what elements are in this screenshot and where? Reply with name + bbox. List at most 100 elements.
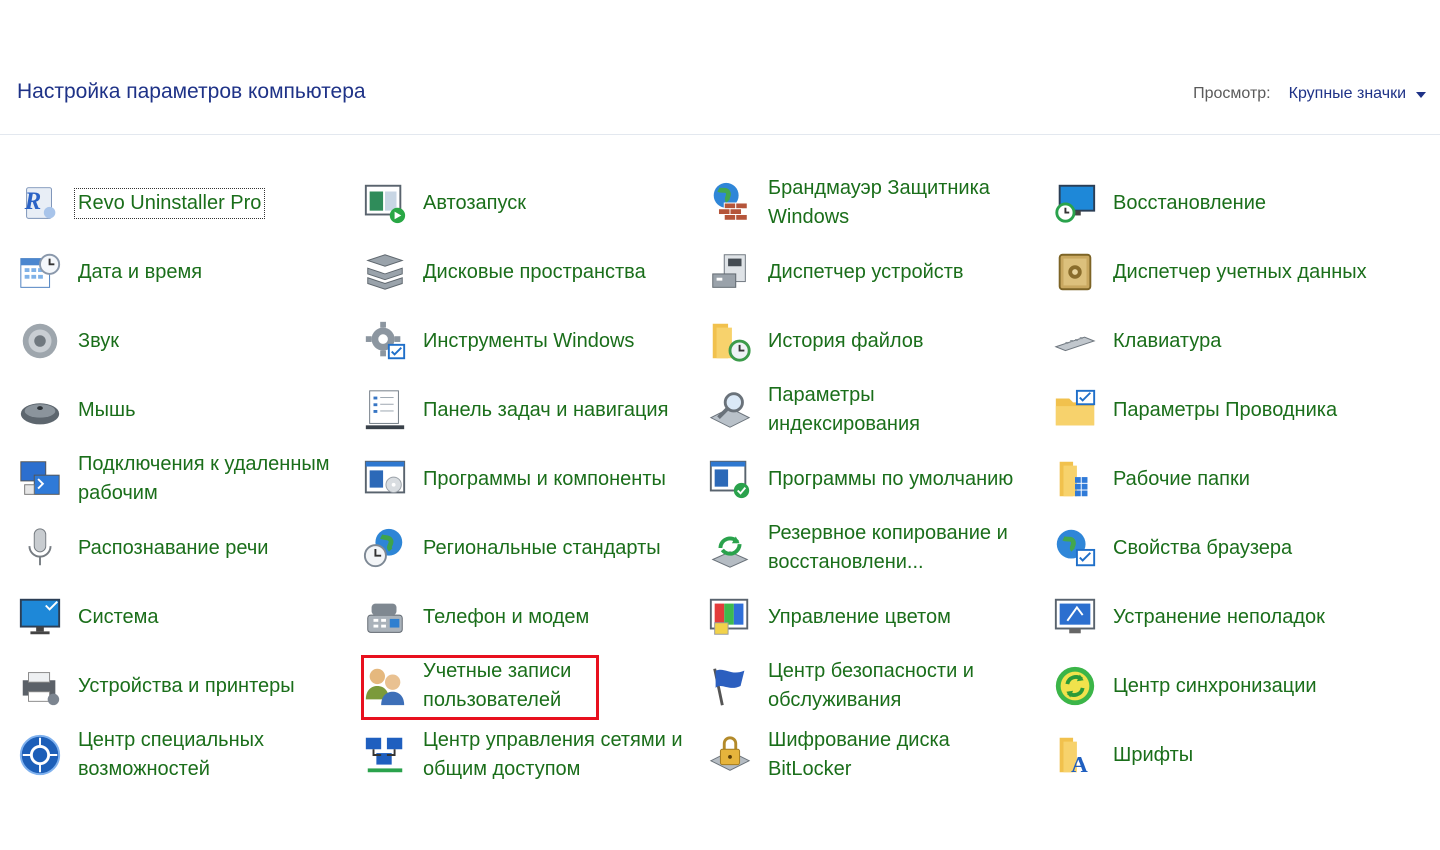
column-2: Автозапуск Дисковые пространства Инструм… [345, 160, 690, 800]
item-bitlocker[interactable]: Шифрование диска BitLocker [706, 723, 1031, 787]
header-bar: Настройка параметров компьютера Просмотр… [0, 0, 1440, 135]
item-security-maintenance[interactable]: Центр безопасности и обслуживания [706, 654, 1031, 718]
item-phone-modem[interactable]: Телефон и модем [361, 585, 686, 649]
item-label: Управление цветом [768, 605, 951, 628]
item-color-management[interactable]: Управление цветом [706, 585, 1031, 649]
bitlocker-icon [706, 731, 754, 779]
item-label: Центр управления сетями и общим доступом [423, 729, 683, 780]
view-by-dropdown[interactable]: Крупные значки [1289, 85, 1426, 103]
flag-icon [706, 662, 754, 710]
speaker-icon [16, 317, 64, 365]
item-autoplay[interactable]: Автозапуск [361, 171, 686, 235]
item-internet-options[interactable]: Свойства браузера [1051, 516, 1376, 580]
item-label: Звук [78, 329, 120, 352]
item-troubleshooting[interactable]: Устранение неполадок [1051, 585, 1376, 649]
item-label: Инструменты Windows [423, 329, 635, 352]
internet-options-icon [1051, 524, 1099, 572]
item-label: Центр синхронизации [1113, 674, 1317, 697]
item-label: Параметры индексирования [768, 384, 920, 435]
item-label: Подключения к удаленным рабочим [78, 453, 330, 504]
item-indexing[interactable]: Параметры индексирования [706, 378, 1031, 442]
item-work-folders[interactable]: Рабочие папки [1051, 447, 1376, 511]
item-label: Клавиатура [1113, 329, 1222, 352]
default-programs-icon [706, 455, 754, 503]
item-firewall[interactable]: Брандмауэр Защитника Windows [706, 171, 1031, 235]
item-label: Устранение неполадок [1113, 605, 1325, 628]
work-folders-icon [1051, 455, 1099, 503]
microphone-icon [16, 524, 64, 572]
item-label: Резервное копирование и восстановлени... [768, 522, 1008, 573]
sync-icon [1051, 662, 1099, 710]
storage-spaces-icon [361, 248, 409, 296]
item-explorer-options[interactable]: Параметры Проводника [1051, 378, 1376, 442]
item-file-history[interactable]: История файлов [706, 309, 1031, 373]
item-sound[interactable]: Звук [16, 309, 341, 373]
page-title: Настройка параметров компьютера [17, 80, 366, 103]
item-ease-of-access[interactable]: Центр специальных возможностей [16, 723, 341, 787]
item-label: Свойства браузера [1113, 536, 1293, 559]
folder-check-icon [1051, 386, 1099, 434]
item-user-accounts[interactable]: Учетные записи пользователей [361, 654, 686, 718]
item-date-time[interactable]: Дата и время [16, 240, 341, 304]
item-label: Дата и время [78, 260, 203, 283]
item-fonts[interactable]: A Шрифты [1051, 723, 1376, 787]
monitor-check-icon [16, 593, 64, 641]
item-revo-uninstaller[interactable]: R Revo Uninstaller Pro [16, 171, 341, 235]
item-credential-manager[interactable]: Диспетчер учетных данных [1051, 240, 1376, 304]
column-3: Брандмауэр Защитника Windows Диспетчер у… [690, 160, 1035, 800]
gear-tools-icon [361, 317, 409, 365]
item-label: Программы по умолчанию [768, 467, 1014, 490]
firewall-icon [706, 179, 754, 227]
svg-text:R: R [24, 188, 42, 215]
item-programs-features[interactable]: Программы и компоненты [361, 447, 686, 511]
item-backup[interactable]: Резервное копирование и восстановлени... [706, 516, 1031, 580]
troubleshoot-icon [1051, 593, 1099, 641]
item-region[interactable]: Региональные стандарты [361, 516, 686, 580]
autoplay-icon [361, 179, 409, 227]
item-label: Распознавание речи [78, 536, 269, 559]
item-taskbar[interactable]: Панель задач и навигация [361, 378, 686, 442]
item-keyboard[interactable]: Клавиатура [1051, 309, 1376, 373]
item-speech[interactable]: Распознавание речи [16, 516, 341, 580]
item-label: Мышь [78, 398, 136, 421]
item-label: Система [78, 605, 159, 628]
item-device-manager[interactable]: Диспетчер устройств [706, 240, 1031, 304]
item-devices-printers[interactable]: Устройства и принтеры [16, 654, 341, 718]
revo-uninstaller-icon: R [16, 179, 64, 227]
item-label: Брандмауэр Защитника Windows [768, 177, 990, 228]
mouse-icon [16, 386, 64, 434]
view-by: Просмотр: Крупные значки [1193, 85, 1426, 103]
item-label: Шифрование диска BitLocker [768, 729, 950, 780]
item-network-sharing[interactable]: Центр управления сетями и общим доступом [361, 723, 686, 787]
file-history-icon [706, 317, 754, 365]
item-mouse[interactable]: Мышь [16, 378, 341, 442]
view-by-value: Крупные значки [1288, 85, 1406, 102]
item-label: Региональные стандарты [423, 536, 661, 559]
item-default-programs[interactable]: Программы по умолчанию [706, 447, 1031, 511]
accessibility-icon [16, 731, 64, 779]
indexing-icon [706, 386, 754, 434]
fonts-icon: A [1051, 731, 1099, 779]
item-sync-center[interactable]: Центр синхронизации [1051, 654, 1376, 718]
column-4: Восстановление Диспетчер учетных данных … [1035, 160, 1380, 800]
item-label: Учетные записи пользователей [423, 660, 572, 711]
calendar-clock-icon [16, 248, 64, 296]
users-icon [361, 662, 409, 710]
item-label: Центр специальных возможностей [78, 729, 265, 780]
item-label: Диспетчер учетных данных [1113, 260, 1367, 283]
item-label: Программы и компоненты [423, 467, 666, 490]
network-icon [361, 731, 409, 779]
item-windows-tools[interactable]: Инструменты Windows [361, 309, 686, 373]
programs-icon [361, 455, 409, 503]
taskbar-icon [361, 386, 409, 434]
item-storage-spaces[interactable]: Дисковые пространства [361, 240, 686, 304]
item-remote-desktop[interactable]: Подключения к удаленным рабочим [16, 447, 341, 511]
remote-desktop-icon [16, 455, 64, 503]
svg-text:A: A [1071, 752, 1088, 777]
item-recovery[interactable]: Восстановление [1051, 171, 1376, 235]
item-label: Телефон и модем [423, 605, 590, 628]
item-system[interactable]: Система [16, 585, 341, 649]
backup-icon [706, 524, 754, 572]
item-label: Панель задач и навигация [423, 398, 669, 421]
item-label: Параметры Проводника [1113, 398, 1338, 421]
